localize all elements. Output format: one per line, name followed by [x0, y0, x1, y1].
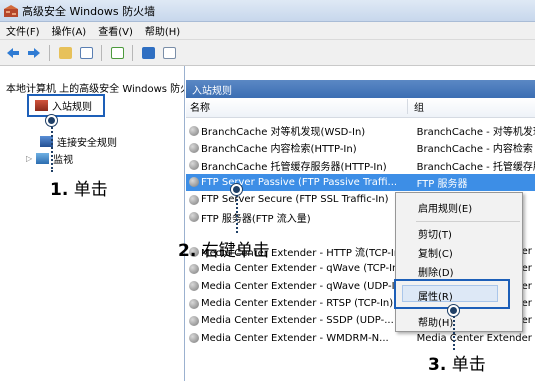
rule-icon	[189, 333, 199, 344]
menu-separator	[416, 221, 520, 222]
tree-item-label: 连接安全规则	[57, 138, 117, 149]
show-hide-icon	[79, 46, 93, 59]
tree-item-label: 入站规则	[52, 102, 92, 113]
pane-title: 入站规则	[186, 80, 535, 98]
expand-arrow-icon[interactable]: ▷	[26, 154, 32, 163]
step2-annotation: 2. 右键单击	[178, 236, 270, 261]
menu-item-help[interactable]: 帮助(H)	[418, 314, 453, 329]
table-row[interactable]: BranchCache 内容检索(HTTP-In) BranchCache - 内…	[186, 139, 535, 156]
rule-icon	[189, 194, 199, 205]
step3-text: 单击	[451, 355, 486, 375]
menu-item-delete[interactable]: 删除(D)	[418, 264, 454, 279]
forward-button[interactable]	[25, 44, 43, 62]
rule-name-cell: FTP Server Secure (FTP SSL Traffic-In)	[201, 194, 389, 206]
menu-action[interactable]: 操作(A)	[52, 23, 87, 38]
rule-name-cell: BranchCache 托管缓存服务器(HTTP-In)	[201, 161, 387, 173]
step1-marker	[46, 115, 57, 126]
rule-icon	[189, 298, 199, 309]
window-title: 高级安全 Windows 防火墙	[22, 4, 156, 18]
show-hide-tree-button[interactable]	[77, 44, 95, 62]
monitoring-icon	[36, 153, 50, 164]
back-button[interactable]	[4, 44, 22, 62]
rule-name-cell: Media Center Extender - qWave (TCP-In)	[201, 263, 403, 275]
rule-name-cell: BranchCache 内容检索(HTTP-In)	[201, 144, 357, 156]
help-button[interactable]	[139, 44, 157, 62]
column-header: 名称 组	[186, 98, 535, 118]
tree-item-label: 监视	[53, 155, 74, 166]
step2-text: 右键单击	[201, 241, 270, 261]
rule-group-cell: BranchCache - 内容检索	[416, 144, 533, 156]
step2-marker	[231, 184, 242, 195]
table-row[interactable]: BranchCache 对等机发现(WSD-In) BranchCache - 对…	[186, 122, 535, 139]
inbound-rules-icon	[35, 100, 48, 111]
toolbar	[0, 40, 535, 66]
properties-icon	[162, 46, 176, 59]
step2-number: 2.	[178, 241, 197, 261]
export-button[interactable]	[108, 44, 126, 62]
column-group[interactable]: 组	[408, 99, 424, 114]
up-folder-button[interactable]	[56, 44, 74, 62]
step1-text: 单击	[73, 180, 108, 200]
menu-bar: 文件(F) 操作(A) 查看(V) 帮助(H)	[0, 22, 535, 40]
rule-icon	[189, 160, 199, 171]
forward-icon	[28, 47, 40, 58]
title-bar: 高级安全 Windows 防火墙	[0, 0, 535, 22]
menu-help[interactable]: 帮助(H)	[145, 23, 180, 38]
rule-name-cell: Media Center Extender - RTSP (TCP-In)	[201, 298, 394, 309]
step2-connector	[236, 191, 238, 233]
rule-group-cell: Media Center Extender	[416, 332, 532, 344]
step1-number: 1.	[50, 180, 69, 200]
menu-file[interactable]: 文件(F)	[6, 23, 40, 38]
step3-marker	[448, 305, 459, 316]
export-icon	[110, 46, 124, 59]
toolbar-separator	[101, 44, 102, 61]
step3-number: 3.	[428, 355, 447, 375]
column-name[interactable]: 名称	[186, 99, 408, 114]
properties-button[interactable]	[160, 44, 178, 62]
rule-group-cell: FTP 服务器	[416, 178, 468, 190]
step1-connector	[51, 120, 53, 172]
table-row[interactable]: Media Center Extender - WMDRM-N... Media …	[186, 330, 535, 347]
toolbar-separator	[49, 44, 50, 61]
step3-connector	[453, 312, 455, 350]
rule-icon	[189, 281, 199, 292]
tree-root[interactable]: 本地计算机 上的高级安全 Windows 防火墙	[6, 80, 184, 95]
tree-item-monitoring[interactable]: ▷ 监视	[26, 151, 73, 166]
rule-name-cell: Media Center Extender - qWave (UDP-In)	[201, 280, 405, 292]
step3-annotation: 3. 单击	[428, 350, 486, 375]
rule-group-cell: BranchCache - 托管缓存服务器	[416, 161, 535, 173]
rule-icon	[189, 263, 199, 274]
rule-icon	[189, 315, 199, 326]
menu-item-cut[interactable]: 剪切(T)	[418, 226, 452, 241]
rule-name-cell: FTP 服务器(FTP 流入量)	[201, 213, 311, 225]
back-icon	[7, 47, 19, 58]
help-icon	[141, 46, 155, 59]
firewall-icon	[4, 4, 18, 17]
rule-icon	[189, 177, 199, 188]
rule-name-cell: BranchCache 对等机发现(WSD-In)	[201, 127, 366, 138]
toolbar-separator	[132, 44, 133, 61]
up-folder-icon	[58, 46, 72, 59]
rule-group-cell: BranchCache - 对等机发现	[416, 127, 535, 138]
step1-annotation: 1. 单击	[50, 175, 108, 200]
rule-name-cell: Media Center Extender - SSDP (UDP-...	[201, 315, 394, 327]
table-row[interactable]: BranchCache 托管缓存服务器(HTTP-In) BranchCache …	[186, 157, 535, 174]
rule-icon	[189, 142, 199, 153]
tree-item-inbound-rules[interactable]: 入站规则	[27, 94, 105, 117]
rule-name-cell: Media Center Extender - WMDRM-N...	[201, 332, 389, 344]
menu-view[interactable]: 查看(V)	[98, 23, 133, 38]
menu-item-copy[interactable]: 复制(C)	[418, 245, 453, 260]
menu-item-enable-rule[interactable]: 启用规则(E)	[418, 200, 472, 215]
context-menu: 启用规则(E) 剪切(T) 复制(C) 删除(D) 属性(R) 帮助(H)	[395, 192, 523, 332]
rule-icon	[189, 125, 199, 136]
rule-icon	[189, 212, 199, 222]
